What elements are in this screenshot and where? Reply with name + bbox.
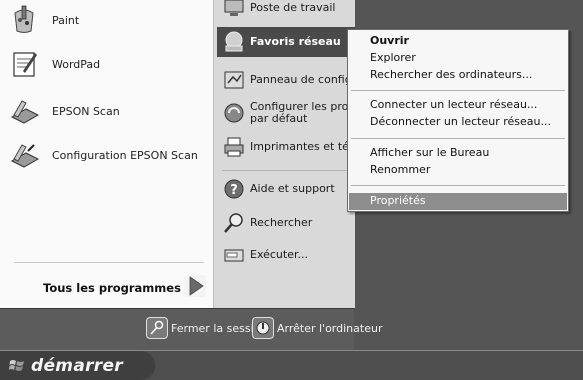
program-paint[interactable]: Paint: [6, 2, 79, 38]
menu-item-properties[interactable]: Propriétés: [349, 193, 567, 210]
help-support-item[interactable]: ? Aide et support: [222, 177, 335, 201]
divider: [222, 170, 348, 171]
default-programs-icon: [222, 101, 246, 125]
shutdown-label: Arrêter l'ordinateur: [277, 321, 383, 335]
scanner-icon: [6, 93, 42, 129]
search-icon: [222, 211, 246, 235]
control-panel-item[interactable]: Panneau de config: [222, 68, 352, 92]
menu-item-search-computers[interactable]: Rechercher des ordinateurs...: [349, 67, 567, 84]
paint-icon: [6, 2, 42, 38]
item-label: Exécuter...: [250, 248, 308, 261]
my-computer-item[interactable]: Poste de travail: [222, 0, 335, 20]
start-label: démarrer: [31, 355, 123, 376]
context-menu: Ouvrir Explorer Rechercher des ordinateu…: [347, 29, 569, 212]
network-places-content: Favoris réseau: [222, 30, 341, 54]
help-icon: ?: [222, 177, 246, 201]
wordpad-icon: [6, 46, 42, 82]
menu-separator: [351, 138, 565, 139]
taskbar: démarrer: [0, 350, 583, 380]
menu-item-rename[interactable]: Renommer: [349, 162, 567, 179]
program-epson-scan-config[interactable]: Configuration EPSON Scan: [6, 137, 198, 173]
network-places-icon: [222, 30, 246, 54]
item-label: Configurer les pro par défaut: [250, 100, 349, 125]
all-programs-label: Tous les programmes: [43, 281, 181, 295]
run-item[interactable]: Exécuter...: [222, 243, 308, 267]
item-label: Imprimantes et té: [250, 140, 349, 153]
program-label: Paint: [52, 13, 80, 27]
menu-separator: [351, 90, 565, 91]
item-label: Rechercher: [250, 216, 313, 229]
item-label: Panneau de config: [250, 73, 352, 86]
key-icon: [146, 317, 168, 339]
scanner-config-icon: [6, 137, 42, 173]
search-item[interactable]: Rechercher: [222, 211, 312, 235]
start-button[interactable]: démarrer: [0, 351, 155, 380]
menu-item-show-on-desktop[interactable]: Afficher sur le Bureau: [349, 145, 567, 162]
logout-button[interactable]: Fermer la session: [146, 317, 267, 339]
start-menu-footer: Fermer la session Arrêter l'ordinateur: [0, 308, 382, 351]
svg-text:?: ?: [230, 183, 238, 198]
default-programs-item[interactable]: Configurer les pro par défaut: [222, 101, 348, 125]
menu-item-label: Déconnecter un lecteur réseau...: [370, 115, 552, 128]
program-wordpad[interactable]: WordPad: [6, 46, 100, 82]
menu-item-label: Afficher sur le Bureau: [370, 146, 490, 159]
windows-logo-icon: [9, 358, 25, 374]
arrow-right-icon: [183, 274, 207, 298]
menu-item-disconnect-network-drive[interactable]: Déconnecter un lecteur réseau...: [349, 114, 567, 131]
menu-item-explore[interactable]: Explorer: [349, 50, 567, 67]
item-label: Poste de travail: [250, 1, 336, 14]
item-label: Favoris réseau: [250, 35, 341, 48]
menu-item-label: Propriétés: [370, 194, 426, 207]
menu-separator: [351, 185, 565, 186]
program-label: WordPad: [52, 57, 101, 71]
program-epson-scan[interactable]: EPSON Scan: [6, 93, 120, 129]
menu-item-map-network-drive[interactable]: Connecter un lecteur réseau...: [349, 97, 567, 114]
power-icon: [252, 317, 274, 339]
menu-item-label: Explorer: [370, 51, 416, 64]
run-icon: [222, 243, 246, 267]
menu-item-label: Renommer: [370, 163, 431, 176]
menu-item-label: Rechercher des ordinateurs...: [370, 68, 533, 81]
computer-icon: [222, 0, 246, 20]
program-label: Configuration EPSON Scan: [52, 148, 198, 162]
printers-item[interactable]: Imprimantes et té: [222, 135, 349, 159]
start-menu-system-places: Poste de travail Favoris réseau Panneau …: [213, 0, 355, 308]
printer-icon: [222, 135, 246, 159]
menu-item-open[interactable]: Ouvrir: [349, 33, 567, 50]
network-places-item[interactable]: Favoris réseau: [217, 27, 355, 57]
shutdown-button[interactable]: Arrêter l'ordinateur: [252, 317, 382, 339]
all-programs-button[interactable]: Tous les programmes: [0, 268, 213, 304]
start-menu-pinned-programs: Paint WordPad EPSON Scan Configuration E…: [0, 0, 213, 308]
item-label: Aide et support: [250, 182, 335, 195]
menu-item-label: Connecter un lecteur réseau...: [370, 98, 538, 111]
divider: [14, 262, 204, 263]
program-label: EPSON Scan: [52, 104, 120, 118]
menu-item-label: Ouvrir: [370, 34, 409, 47]
control-panel-icon: [222, 68, 246, 92]
